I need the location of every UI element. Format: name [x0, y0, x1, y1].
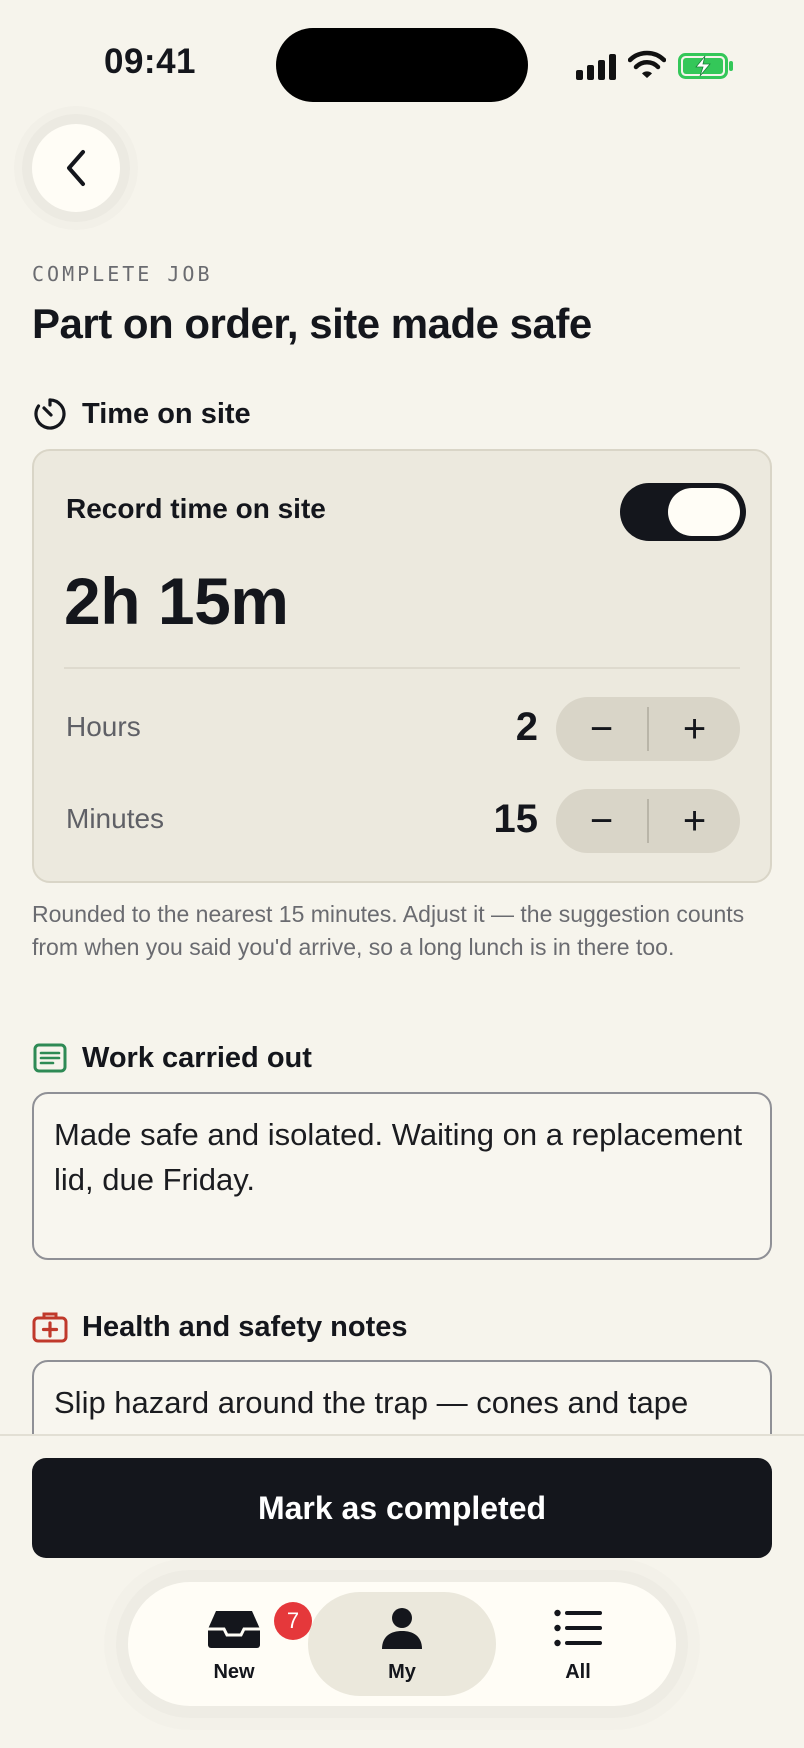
work-carried-out-field[interactable]: Made safe and isolated. Waiting on a rep…	[32, 1092, 772, 1260]
minutes-value: 15	[493, 797, 539, 841]
hours-decrement-button[interactable]: −	[556, 697, 647, 761]
minutes-decrement-button[interactable]: −	[556, 789, 647, 853]
tab-label: All	[565, 1661, 591, 1683]
time-helper-text: Rounded to the nearest 15 minutes. Adjus…	[32, 901, 745, 960]
tab-label: New	[213, 1661, 255, 1683]
section-title: Work carried out	[82, 1041, 312, 1074]
minutes-increment-button[interactable]: +	[649, 789, 740, 853]
tab-all[interactable]: All	[496, 1592, 660, 1696]
toggle-knob	[668, 488, 740, 536]
tab-new[interactable]: New 7	[148, 1592, 320, 1696]
dynamic-island	[276, 28, 528, 102]
wifi-icon	[628, 50, 666, 78]
card-divider	[64, 667, 740, 669]
new-count-badge: 7	[274, 1602, 312, 1640]
first-aid-kit-icon	[32, 1309, 68, 1345]
notes-icon	[32, 1040, 68, 1076]
total-time: 2h 15m	[64, 564, 289, 638]
eyebrow-label: COMPLETE JOB	[32, 262, 213, 286]
work-carried-out-heading: Work carried out	[32, 1040, 312, 1076]
minutes-label: Minutes	[66, 803, 165, 834]
inbox-tray-icon	[206, 1605, 262, 1651]
list-icon	[554, 1605, 602, 1651]
person-icon	[380, 1605, 424, 1651]
health-safety-heading: Health and safety notes	[32, 1309, 408, 1345]
tab-bar: New 7 My All	[128, 1582, 676, 1706]
record-time-toggle[interactable]	[620, 483, 746, 541]
hours-value: 2	[515, 705, 538, 749]
time-on-site-card: Record time on site 2h 15m Hours 2 − + M…	[32, 449, 772, 883]
minutes-stepper: − +	[556, 789, 740, 853]
cellular-signal-icon	[576, 54, 618, 80]
hours-label: Hours	[66, 711, 141, 742]
tab-my[interactable]: My	[308, 1592, 496, 1696]
chevron-left-icon	[67, 150, 85, 186]
battery-charging-icon	[678, 53, 733, 79]
time-on-site-heading: Time on site	[32, 396, 251, 432]
mark-as-completed-button[interactable]: Mark as completed	[32, 1458, 772, 1558]
hours-increment-button[interactable]: +	[649, 697, 740, 761]
section-title: Time on site	[82, 397, 251, 430]
hours-stepper: − +	[556, 697, 740, 761]
record-time-label: Record time on site	[66, 493, 326, 524]
tab-label: My	[388, 1661, 416, 1683]
timer-icon	[32, 396, 68, 432]
status-time: 09:41	[104, 42, 197, 81]
complete-job-screen: 09:41 COMPLETE JOB Part on order, site m…	[0, 0, 804, 1748]
section-title: Health and safety notes	[82, 1310, 408, 1343]
back-button[interactable]	[32, 124, 120, 212]
page-title: Part on order, site made safe	[32, 300, 592, 347]
